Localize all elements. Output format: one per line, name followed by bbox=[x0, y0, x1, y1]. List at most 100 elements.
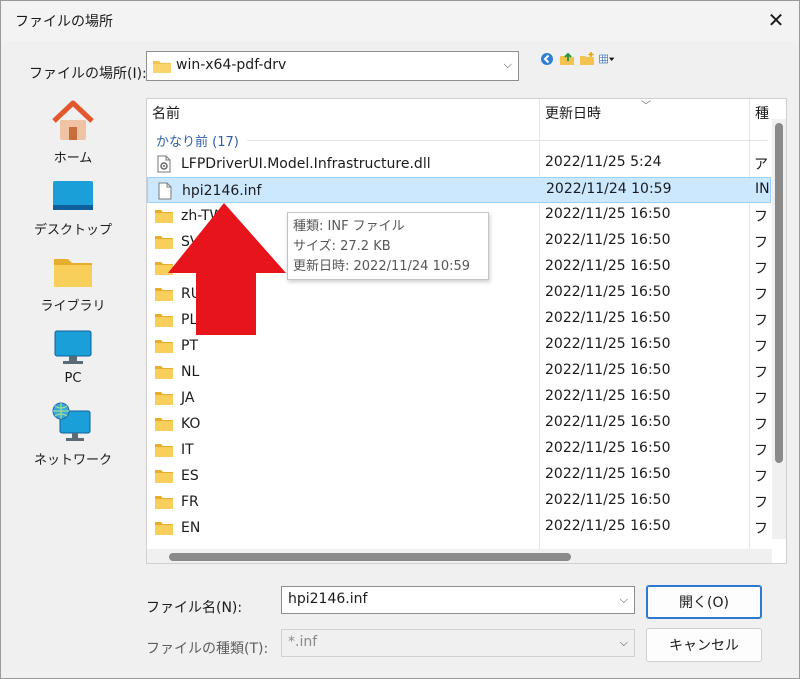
file-date: 2022/11/25 16:50 bbox=[545, 206, 671, 222]
horizontal-scrollbar[interactable] bbox=[147, 549, 772, 563]
file-type: フ bbox=[754, 443, 768, 459]
filename-label: ファイル名(N): bbox=[146, 600, 243, 616]
file-name: ES bbox=[181, 468, 199, 484]
location-combo[interactable]: win-x64-pdf-drv ⌵ bbox=[146, 51, 519, 81]
file-name: KO bbox=[181, 416, 201, 432]
file-date: 2022/11/25 16:50 bbox=[545, 336, 671, 352]
file-date: 2022/11/25 16:50 bbox=[545, 310, 671, 326]
open-button[interactable]: 開く(O) bbox=[646, 585, 762, 619]
dialog-footer: ファイル名(N): hpi2146.inf ⌵ ファイルの種類(T): *.in… bbox=[1, 571, 799, 678]
file-row[interactable]: ES 2022/11/25 16:50 フ bbox=[147, 463, 771, 489]
folder-icon bbox=[154, 416, 174, 432]
file-date: 2022/11/25 16:50 bbox=[545, 492, 671, 508]
file-date: 2022/11/25 16:50 bbox=[545, 388, 671, 404]
file-name-cell: hpi2146.inf bbox=[155, 181, 261, 201]
file-name-cell: LFPDriverUI.Model.Infrastructure.dll bbox=[154, 154, 431, 174]
file-row[interactable]: JA 2022/11/25 16:50 フ bbox=[147, 385, 771, 411]
sort-caret-icon: ﹀ bbox=[641, 101, 651, 112]
file-name-cell: ES bbox=[154, 466, 199, 486]
file-type: フ bbox=[754, 495, 768, 511]
filename-value: hpi2146.inf bbox=[288, 591, 368, 607]
filename-input[interactable]: hpi2146.inf ⌵ bbox=[281, 586, 635, 614]
file-name-cell: FR bbox=[154, 492, 199, 512]
folder-icon bbox=[154, 364, 174, 380]
dll-file-icon bbox=[154, 155, 174, 173]
folder-icon bbox=[154, 468, 174, 484]
file-name-cell: KO bbox=[154, 414, 200, 434]
file-name-cell: JA bbox=[154, 388, 194, 408]
place-home[interactable]: ホーム bbox=[9, 99, 137, 171]
file-row[interactable]: hpi2146.inf 2022/11/24 10:59 IN bbox=[147, 177, 771, 203]
folder-icon bbox=[154, 442, 174, 458]
file-date: 2022/11/24 10:59 bbox=[546, 181, 672, 197]
tooltip-modified: 更新日時: 2022/11/24 10:59 bbox=[293, 259, 471, 274]
file-type: フ bbox=[754, 521, 768, 537]
desktop-icon bbox=[53, 181, 93, 210]
place-pc[interactable]: PC bbox=[9, 327, 137, 399]
folder-icon bbox=[154, 338, 174, 354]
file-type: フ bbox=[754, 287, 768, 303]
file-name-cell: EN bbox=[154, 518, 200, 538]
file-type: フ bbox=[754, 469, 768, 485]
folder-icon bbox=[154, 390, 174, 406]
title-bar: ファイルの場所 ✕ bbox=[1, 1, 799, 41]
vertical-scroll-thumb[interactable] bbox=[775, 123, 783, 463]
file-row[interactable]: FR 2022/11/25 16:50 フ bbox=[147, 489, 771, 515]
group-header[interactable]: かなり前 (17) bbox=[156, 131, 239, 150]
file-row[interactable]: LFPDriverUI.Model.Infrastructure.dll 2022… bbox=[147, 151, 771, 177]
chevron-down-icon: ⌵ bbox=[503, 58, 512, 71]
places-bar: ホーム デスクトップ ライブラリ PC ネットワーク bbox=[9, 93, 137, 549]
back-icon[interactable] bbox=[539, 51, 555, 67]
file-date: 2022/11/25 16:50 bbox=[545, 414, 671, 430]
file-name: NL bbox=[181, 364, 200, 380]
file-name: hpi2146.inf bbox=[182, 183, 262, 199]
chevron-down-icon[interactable]: ⌵ bbox=[620, 636, 628, 650]
file-row[interactable]: IT 2022/11/25 16:50 フ bbox=[147, 437, 771, 463]
folder-icon bbox=[154, 494, 174, 510]
file-row[interactable]: KO 2022/11/25 16:50 フ bbox=[147, 411, 771, 437]
file-type: フ bbox=[754, 235, 768, 251]
horizontal-scroll-thumb[interactable] bbox=[169, 553, 571, 561]
file-name: PT bbox=[181, 338, 198, 354]
file-name-cell: PT bbox=[154, 336, 198, 356]
window-title: ファイルの場所 bbox=[15, 14, 113, 30]
new-folder-icon[interactable] bbox=[579, 51, 595, 67]
view-menu-icon[interactable] bbox=[599, 51, 615, 67]
file-name: FR bbox=[181, 494, 199, 510]
file-row[interactable]: PT 2022/11/25 16:50 フ bbox=[147, 333, 771, 359]
place-library[interactable]: ライブラリ bbox=[9, 251, 137, 323]
close-button[interactable]: ✕ bbox=[759, 5, 793, 35]
file-type: フ bbox=[754, 313, 768, 329]
file-type: フ bbox=[754, 339, 768, 355]
file-open-dialog: ファイルの場所 ✕ ファイルの場所(I): win-x64-pdf-drv ⌵ bbox=[0, 0, 800, 679]
file-row[interactable]: NL 2022/11/25 16:50 フ bbox=[147, 359, 771, 385]
place-network[interactable]: ネットワーク bbox=[9, 401, 137, 473]
place-home-label: ホーム bbox=[53, 151, 93, 166]
file-name: EN bbox=[181, 520, 201, 536]
home-icon bbox=[52, 100, 94, 140]
file-name: LFPDriverUI.Model.Infrastructure.dll bbox=[181, 156, 431, 172]
file-tooltip: 種類: INF ファイル サイズ: 27.2 KB 更新日時: 2022/11/… bbox=[287, 212, 489, 280]
filetype-select[interactable]: *.inf ⌵ bbox=[281, 629, 635, 657]
column-name[interactable]: 名前 bbox=[147, 99, 539, 129]
file-date: 2022/11/25 16:50 bbox=[545, 518, 671, 534]
cancel-button[interactable]: キャンセル bbox=[646, 628, 762, 662]
place-network-label: ネットワーク bbox=[33, 453, 112, 468]
location-label: ファイルの場所(I): bbox=[29, 66, 147, 82]
file-name-cell: NL bbox=[154, 362, 199, 382]
file-name: IT bbox=[181, 442, 194, 458]
toolbar bbox=[539, 51, 615, 67]
chevron-down-icon[interactable]: ⌵ bbox=[620, 593, 628, 607]
group-divider bbox=[247, 140, 767, 141]
place-library-label: ライブラリ bbox=[40, 299, 106, 314]
file-type: フ bbox=[754, 209, 768, 225]
file-type: フ bbox=[754, 391, 768, 407]
vertical-scrollbar[interactable] bbox=[772, 119, 786, 539]
place-desktop-label: デスクトップ bbox=[33, 223, 112, 238]
up-folder-icon[interactable] bbox=[559, 51, 575, 67]
place-desktop[interactable]: デスクトップ bbox=[9, 175, 137, 247]
file-row[interactable]: EN 2022/11/25 16:50 フ bbox=[147, 515, 771, 541]
file-type: フ bbox=[754, 365, 768, 381]
folder-icon bbox=[153, 61, 171, 73]
filetype-label: ファイルの種類(T): bbox=[146, 641, 269, 657]
